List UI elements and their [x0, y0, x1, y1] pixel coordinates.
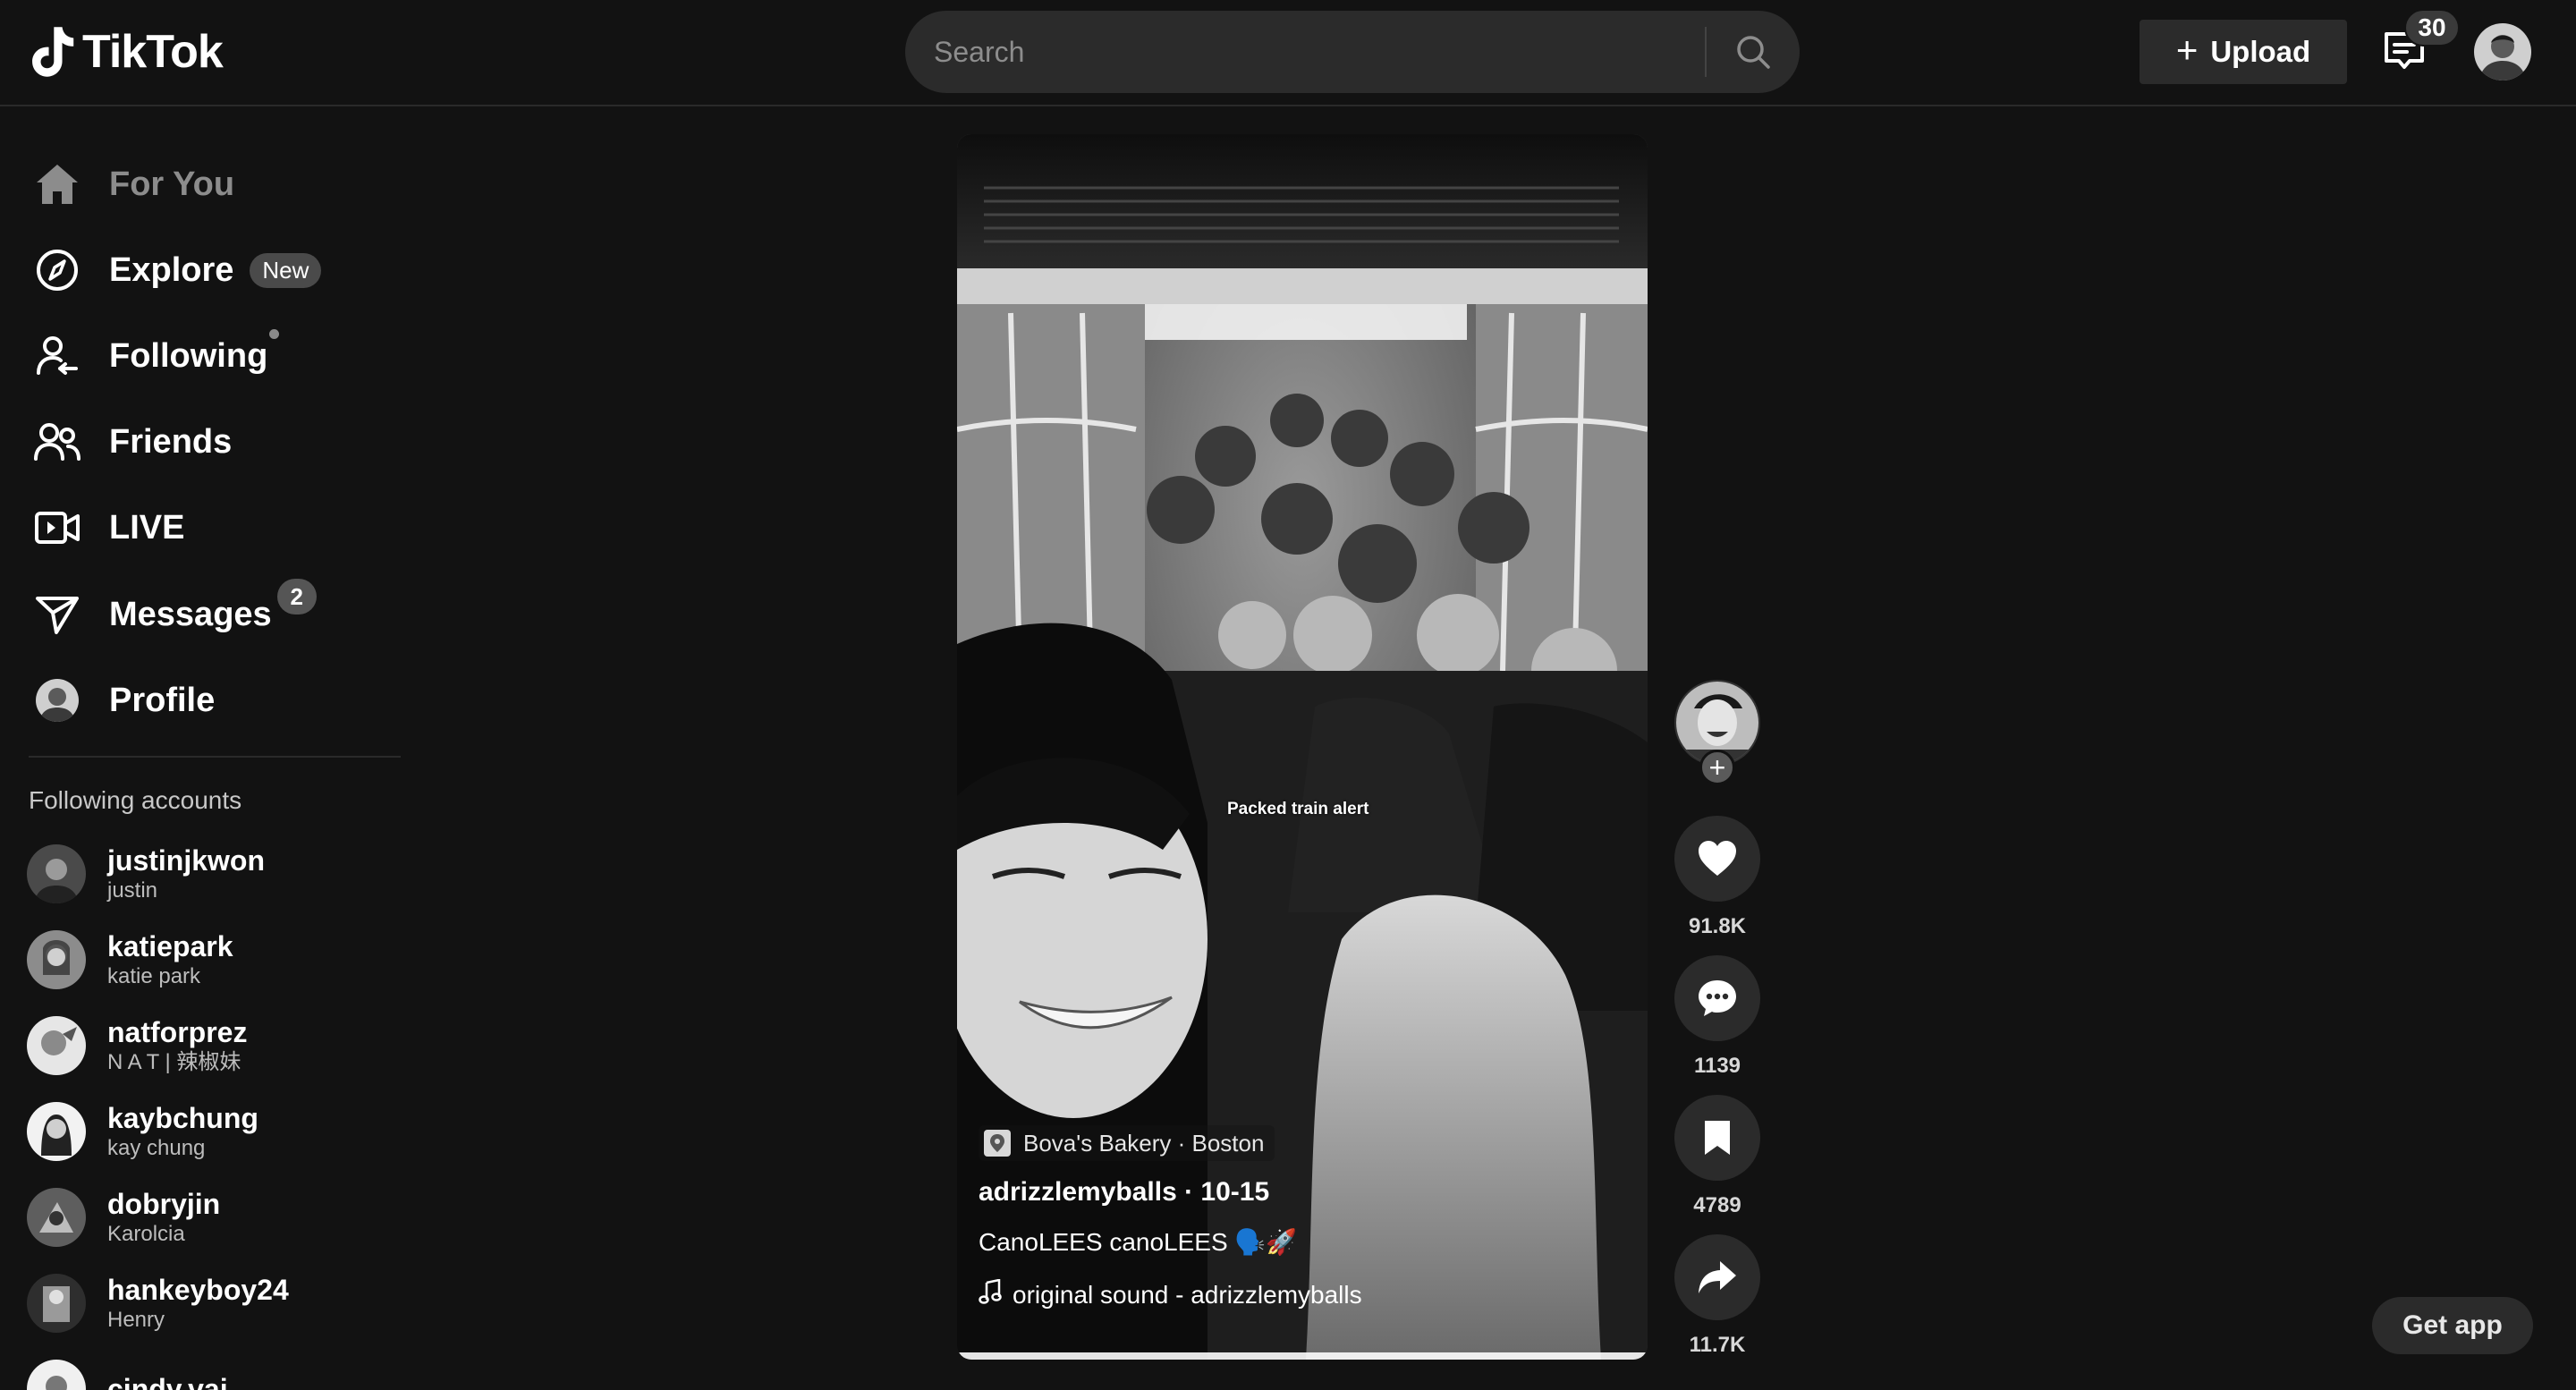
video-progress-bar[interactable] [957, 1352, 1648, 1360]
get-app-button[interactable]: Get app [2372, 1297, 2533, 1354]
sidebar-item-explore[interactable]: Explore New [29, 234, 322, 306]
video-frame [957, 134, 1648, 1360]
location-pin-icon [984, 1130, 1011, 1157]
video-player[interactable]: Packed train alert Bova's Bakery · Bosto… [957, 134, 1648, 1360]
search-input[interactable] [905, 11, 1705, 93]
location-label: Bova's Bakery · Boston [1023, 1129, 1265, 1157]
account-username: cindy.vaj [107, 1373, 228, 1390]
upload-label: Upload [2210, 35, 2311, 68]
tiktok-note-icon [32, 27, 74, 77]
comment-icon [1699, 980, 1736, 1016]
account-username: kaybchung [107, 1102, 258, 1134]
comment-button[interactable] [1674, 955, 1760, 1041]
search-bar [905, 11, 1800, 93]
sidebar-item-following[interactable]: Following [29, 320, 280, 392]
account-display-name: Karolcia [107, 1222, 185, 1246]
account-display-name: Henry [107, 1308, 165, 1332]
heart-icon [1699, 841, 1736, 876]
following-account[interactable]: dobryjin Karolcia [27, 1182, 220, 1253]
inbox-count-badge: 30 [2404, 9, 2460, 47]
following-icon [29, 327, 86, 385]
sidebar: For You Explore New Following Friends LI… [0, 108, 411, 1390]
account-username: hankeyboy24 [107, 1274, 289, 1306]
avatar [27, 1274, 86, 1333]
logo-text: TikTok [82, 26, 224, 78]
sidebar-item-profile[interactable]: Profile [29, 665, 215, 736]
account-display-name: justin [107, 878, 158, 903]
sidebar-item-label: LIVE [109, 508, 185, 547]
share-arrow-icon [1699, 1261, 1736, 1293]
following-account[interactable]: natforprez N A T | 辣椒妹 [27, 1010, 247, 1081]
share-count: 11.7K [1689, 1333, 1746, 1357]
search-button[interactable] [1707, 11, 1800, 93]
home-icon [29, 156, 86, 213]
friends-icon [29, 413, 86, 470]
sidebar-item-label: For You [109, 165, 235, 203]
top-header: TikTok + Upload 30 [0, 0, 2576, 106]
following-account[interactable]: hankeyboy24 Henry [27, 1267, 289, 1339]
account-username: natforprez [107, 1016, 248, 1048]
save-button[interactable] [1674, 1095, 1760, 1181]
following-account[interactable]: katiepark katie park [27, 924, 233, 996]
video-description: CanoLEES canoLEES 🗣️🚀 [979, 1228, 1298, 1256]
plus-icon: + [2175, 29, 2199, 71]
sidebar-item-label: Messages [109, 595, 272, 633]
account-username: dobryjin [107, 1188, 221, 1220]
avatar [27, 844, 86, 903]
upload-button[interactable]: + Upload [2140, 20, 2347, 84]
sidebar-item-label: Following [109, 336, 268, 375]
music-note-icon [979, 1278, 1002, 1310]
sidebar-item-label: Explore [109, 250, 234, 289]
following-account[interactable]: justinjkwon justin [27, 838, 265, 910]
unread-dot [269, 329, 280, 339]
following-account[interactable]: cindy.vaj [27, 1353, 228, 1390]
sound-label: original sound - adrizzlemyballs [1013, 1280, 1362, 1309]
avatar [27, 1102, 86, 1161]
sidebar-item-live[interactable]: LIVE [29, 492, 184, 564]
account-display-name: katie park [107, 964, 201, 988]
avatar [27, 1188, 86, 1247]
messages-icon [29, 586, 86, 643]
video-author[interactable]: adrizzlemyballs · 10-15 [979, 1177, 1269, 1208]
user-avatar[interactable] [2474, 23, 2531, 81]
sidebar-item-label: Profile [109, 681, 216, 719]
location-tag[interactable]: Bova's Bakery · Boston [979, 1125, 1275, 1161]
compass-icon [29, 242, 86, 299]
search-icon [1737, 36, 1770, 69]
sidebar-item-messages[interactable]: Messages 2 [29, 579, 317, 650]
following-accounts-heading: Following accounts [29, 786, 242, 814]
messages-count-badge: 2 [276, 579, 317, 614]
sidebar-item-label: Friends [109, 422, 233, 461]
avatar [27, 1016, 86, 1075]
save-count: 4789 [1693, 1193, 1741, 1217]
tiktok-logo[interactable]: TikTok [27, 23, 224, 81]
avatar [27, 1360, 86, 1390]
new-badge: New [250, 252, 322, 288]
account-display-name: kay chung [107, 1136, 206, 1160]
follow-button[interactable]: + [1699, 750, 1735, 785]
video-overlay-caption: Packed train alert [1227, 800, 1369, 818]
profile-avatar [29, 672, 86, 729]
sidebar-item-friends[interactable]: Friends [29, 406, 232, 478]
account-display-name: N A T | 辣椒妹 [107, 1050, 242, 1074]
sidebar-divider [29, 756, 401, 758]
comment-count: 1139 [1693, 1054, 1741, 1078]
video-progress-fill [957, 1352, 1648, 1360]
avatar [27, 930, 86, 989]
like-count: 91.8K [1688, 914, 1747, 938]
account-username: justinjkwon [107, 844, 265, 877]
sound-link[interactable]: original sound - adrizzlemyballs [979, 1278, 1362, 1310]
following-account[interactable]: kaybchung kay chung [27, 1096, 258, 1167]
share-button[interactable] [1674, 1234, 1760, 1320]
sidebar-item-for-you[interactable]: For You [29, 148, 234, 220]
bookmark-icon [1705, 1121, 1730, 1155]
account-username: katiepark [107, 930, 233, 962]
live-icon [29, 499, 86, 556]
like-button[interactable] [1674, 816, 1760, 902]
